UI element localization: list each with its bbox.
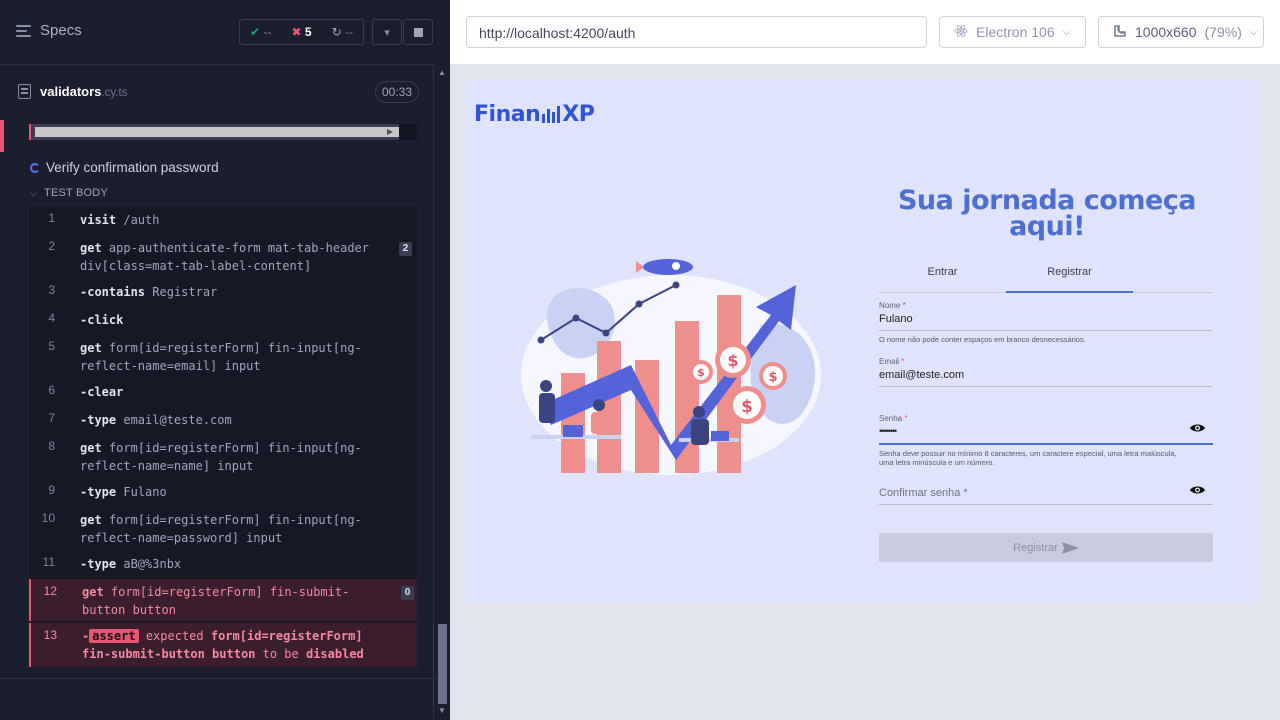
password-field[interactable]: Senha * •••••••• Senha deve possuir no m…	[879, 414, 1213, 467]
command-row[interactable]: 9 -type Fulano	[29, 483, 417, 501]
spec-file-header[interactable]: validators.cy.ts 00:33	[0, 66, 433, 116]
check-icon: ✔	[250, 25, 261, 39]
electron-icon	[954, 24, 968, 41]
test-title[interactable]: Verify confirmation password	[30, 160, 219, 175]
document-icon	[18, 84, 31, 99]
chevron-down-icon: ⌵	[1062, 26, 1071, 38]
browser-selector[interactable]: Electron 106 ⌵	[939, 16, 1086, 48]
reporter-header: Specs ✔ -- ✖ 5 ↻ -- ▾	[0, 0, 433, 65]
horizontal-scrollbar[interactable]: ◀ ▶	[29, 124, 417, 140]
stop-button[interactable]	[403, 19, 433, 45]
auth-tabs: Entrar Registrar	[879, 260, 1213, 293]
command-row[interactable]: 11 -type aB@%3nbx	[29, 555, 417, 573]
test-stats: ✔ -- ✖ 5 ↻ --	[239, 19, 364, 45]
command-row-failed[interactable]: 13 - assert expected form[id=registerForm…	[29, 623, 417, 667]
chevron-down-icon: ▾	[384, 26, 390, 39]
command-log: 1 visit /auth 2 get app-authenticate-for…	[29, 207, 417, 667]
page-heading: Sua jornada começa aqui!	[897, 185, 1197, 242]
spinner-icon: ↻	[331, 25, 342, 39]
pending-stat: ↻ --	[331, 25, 353, 39]
command-row[interactable]: 5 get form[id=registerForm] fin-input[ng…	[29, 339, 417, 375]
ruler-icon	[1113, 24, 1127, 41]
test-body-toggle[interactable]: ⌵ TEST BODY	[30, 187, 108, 199]
failure-marker	[0, 120, 4, 152]
command-row[interactable]: 4 -click	[29, 311, 417, 329]
svg-text:$: $	[741, 397, 753, 417]
command-row[interactable]: 3 -contains Registrar	[29, 283, 417, 301]
command-row[interactable]: 7 -type email@teste.com	[29, 411, 417, 429]
cypress-reporter: Specs ✔ -- ✖ 5 ↻ -- ▾ validators.cy.ts 0…	[0, 0, 450, 720]
scrollbar-track[interactable]	[35, 127, 399, 137]
confirm-password-input[interactable]: Confirmar senha *	[879, 487, 1213, 502]
password-hint: Senha deve possuir no mínimo 8 caractere…	[879, 449, 1177, 467]
app-logo: Finan XP	[474, 102, 595, 127]
email-input[interactable]: email@teste.com	[879, 369, 1213, 384]
chart-bars-icon	[542, 106, 561, 123]
cross-icon: ✖	[291, 25, 302, 39]
scroll-right-icon[interactable]: ▶	[387, 127, 393, 136]
name-input[interactable]: Fulano	[879, 313, 1213, 328]
finance-illustration: $ $ $ $	[521, 259, 821, 475]
command-row-failed[interactable]: 12 get form[id=registerForm] fin-submit-…	[29, 579, 417, 621]
svg-text:$: $	[768, 370, 777, 385]
command-row[interactable]: 8 get form[id=registerForm] fin-input[ng…	[29, 439, 417, 475]
menu-icon	[16, 24, 31, 37]
specs-toggle-button[interactable]: Specs	[16, 22, 82, 39]
tab-entrar[interactable]: Entrar	[879, 260, 1006, 293]
command-row[interactable]: 10 get form[id=registerForm] fin-input[n…	[29, 511, 417, 547]
svg-text:$: $	[697, 366, 705, 379]
url-bar[interactable]: http://localhost:4200/auth	[466, 16, 927, 48]
failed-stat: ✖ 5	[291, 25, 312, 39]
password-input[interactable]: ••••••••	[879, 426, 1213, 441]
scrollbar-thumb[interactable]	[438, 624, 447, 704]
command-row[interactable]: 1 visit /auth	[29, 211, 417, 229]
aut-toolbar: http://localhost:4200/auth Electron 106 …	[450, 0, 1280, 64]
passed-stat: ✔ --	[250, 25, 272, 39]
reporter-scrollbar[interactable]: ▲ ▼	[433, 64, 450, 720]
name-field[interactable]: Nome * Fulano O nome não pode conter esp…	[879, 301, 1213, 344]
eye-icon[interactable]	[1190, 423, 1205, 433]
app-under-test-pane: http://localhost:4200/auth Electron 106 …	[450, 0, 1280, 720]
running-spinner-icon	[30, 162, 40, 173]
element-count-badge: 0	[401, 586, 414, 600]
email-field[interactable]: Email * email@teste.com	[879, 357, 1213, 387]
element-count-badge: 2	[399, 242, 412, 256]
eye-icon[interactable]	[1190, 485, 1205, 495]
stop-icon	[413, 27, 423, 37]
svg-text:$: $	[727, 351, 738, 370]
chevron-down-icon: ⌵	[30, 187, 38, 198]
auth-page: Finan XP $ $ $ $ Sua jornada começa aqui…	[466, 80, 1259, 603]
auto-scroll-button[interactable]: ▾	[372, 19, 402, 45]
send-icon	[1061, 541, 1079, 554]
spec-file-name: validators.cy.ts	[40, 84, 128, 99]
name-hint: O nome não pode conter espaços em branco…	[879, 335, 1086, 344]
chevron-down-icon: ⌵	[1249, 26, 1258, 38]
scroll-down-icon[interactable]: ▼	[438, 706, 446, 715]
register-submit-button[interactable]: Registrar	[879, 533, 1213, 562]
spec-duration: 00:33	[375, 81, 420, 103]
tab-registrar[interactable]: Registrar	[1006, 260, 1133, 293]
command-row[interactable]: 2 get app-authenticate-form mat-tab-head…	[29, 239, 417, 275]
command-row[interactable]: 6 -clear	[29, 383, 417, 401]
specs-label: Specs	[40, 22, 82, 39]
confirm-password-field[interactable]: Confirmar senha *	[879, 484, 1213, 505]
scroll-up-icon[interactable]: ▲	[438, 68, 446, 77]
assert-tag: assert	[89, 629, 139, 643]
viewport-info[interactable]: 1000x660 (79%) ⌵	[1098, 16, 1264, 48]
